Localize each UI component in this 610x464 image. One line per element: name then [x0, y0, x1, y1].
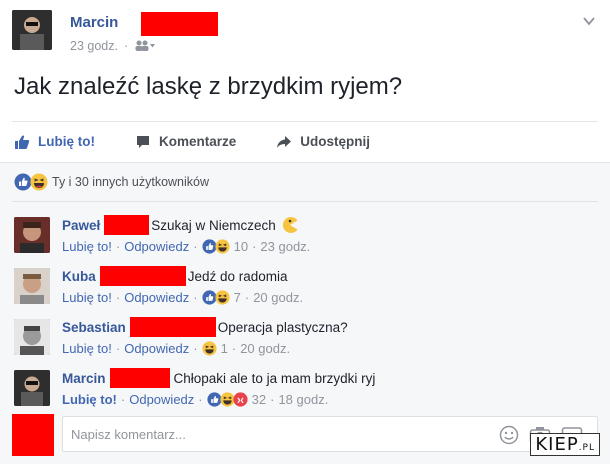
dot-separator: · [115, 239, 121, 254]
comment-actions: Lubię to! · Odpowiedz · 32 · 18 godz. [62, 392, 328, 407]
post-time[interactable]: 23 godz. [70, 39, 118, 53]
comment-item: Kuba Jedź do radomia Lubię to! · Odpowie… [14, 266, 598, 310]
redaction-bar [109, 368, 170, 388]
comment-reaction-count: 32 [251, 392, 267, 407]
comment-text: Jedź do radomia [187, 268, 288, 284]
comment-reactions[interactable] [202, 341, 217, 356]
comment-author[interactable]: Marcin [62, 371, 106, 386]
watermark-main: KIEP [535, 434, 579, 455]
dot-separator: · [252, 239, 257, 254]
wow-reaction-icon [233, 392, 248, 407]
reactions-summary-text: Ty i 30 innych użytkowników [52, 175, 210, 189]
comment-reactions[interactable] [202, 239, 230, 254]
dot-separator: · [231, 341, 237, 356]
comment-composer: Napisz komentarz... [12, 414, 598, 456]
comment-reactions[interactable] [202, 290, 230, 305]
author-name[interactable]: Marcin [70, 14, 118, 31]
comment-reactions[interactable] [207, 392, 248, 407]
chevron-down-icon[interactable] [582, 14, 596, 28]
post-meta: 23 godz. · [70, 39, 156, 53]
comment-line: Marcin Chłopaki ale to ja mam brzydki ry… [62, 368, 375, 388]
dot-separator: · [115, 290, 121, 305]
commenter-avatar[interactable] [14, 268, 50, 304]
comment-item: Sebastian Operacja plastyczna? Lubię to!… [14, 317, 598, 361]
dot-separator: · [193, 290, 198, 305]
post-text: Jak znaleźć laskę z brzydkim ryjem? [14, 73, 403, 100]
thumbs-up-icon [15, 134, 30, 149]
comment-reaction-count: 1 [220, 341, 228, 356]
comment-text: Chłopaki ale to ja mam brzydki ryj [173, 370, 376, 386]
comment-reply-link[interactable]: Odpowiedz [129, 392, 194, 407]
comment-text: Szukaj w Niemczech [151, 217, 276, 233]
dot-separator: · [120, 392, 126, 407]
divider [12, 201, 598, 202]
redaction-bar [141, 12, 218, 36]
comment-like-link[interactable]: Lubię to! [62, 392, 117, 407]
author-avatar[interactable] [12, 10, 52, 50]
dot-separator: · [193, 239, 198, 254]
comment-reply-link[interactable]: Odpowiedz [124, 290, 189, 305]
like-label: Lubię to! [38, 134, 95, 149]
comment-label: Komentarze [159, 134, 237, 149]
reactions-summary[interactable]: Ty i 30 innych użytkowników [14, 173, 209, 191]
comment-actions: Lubię to! · Odpowiedz · 7 · 20 godz. [62, 290, 303, 305]
smiley-icon[interactable] [499, 425, 519, 445]
pacman-emoji-icon [282, 217, 298, 233]
commenter-avatar[interactable] [14, 319, 50, 355]
comment-author[interactable]: Paweł [62, 218, 100, 233]
comment-actions: Lubię to! · Odpowiedz · 1 · 20 godz. [62, 341, 290, 356]
post-header: Marcin 23 godz. · [12, 8, 598, 58]
haha-reaction-icon [30, 173, 48, 191]
haha-reaction-icon [215, 239, 230, 254]
like-button[interactable]: Lubię to! [14, 134, 95, 150]
comment-actions: Lubię to! · Odpowiedz · 10 · 23 godz. [62, 239, 310, 254]
comment-line: Kuba Jedź do radomia [62, 266, 288, 286]
friends-audience-icon[interactable] [134, 40, 156, 52]
comment-like-link[interactable]: Lubię to! [62, 341, 112, 356]
share-button[interactable]: Udostępnij [276, 134, 370, 150]
commenter-avatar[interactable] [14, 370, 50, 406]
comment-item: Marcin Chłopaki ale to ja mam brzydki ry… [14, 368, 598, 412]
post-action-bar: Lubię to! Komentarze Udostępnij [12, 121, 598, 161]
comment-author[interactable]: Kuba [62, 269, 96, 284]
comment-author[interactable]: Sebastian [62, 320, 126, 335]
comment-input-placeholder: Napisz komentarz... [71, 427, 186, 442]
comment-like-link[interactable]: Lubię to! [62, 290, 112, 305]
comment-item: Paweł Szukaj w Niemczech Lubię to! · Odp… [14, 215, 598, 259]
comment-time[interactable]: 18 godz. [278, 392, 328, 407]
comment-reply-link[interactable]: Odpowiedz [124, 341, 189, 356]
dot-separator: · [198, 392, 203, 407]
meta-separator: · [123, 39, 129, 53]
dot-separator: · [244, 290, 250, 305]
comment-time[interactable]: 20 godz. [253, 290, 303, 305]
comment-time[interactable]: 20 godz. [240, 341, 290, 356]
comment-like-link[interactable]: Lubię to! [62, 239, 112, 254]
comment-line: Sebastian Operacja plastyczna? [62, 317, 348, 337]
redaction-bar [99, 266, 186, 286]
dot-separator: · [270, 392, 275, 407]
commenter-avatar[interactable] [14, 217, 50, 253]
composer-avatar [12, 414, 54, 456]
haha-reaction-icon [202, 341, 217, 356]
comment-text: Operacja plastyczna? [217, 319, 348, 335]
site-watermark: KIEP.PL [530, 433, 600, 456]
redaction-bar [129, 317, 216, 337]
reaction-icons [14, 173, 48, 191]
watermark-suffix: .PL [578, 443, 595, 453]
dot-separator: · [115, 341, 121, 356]
comment-time[interactable]: 23 godz. [260, 239, 310, 254]
redaction-bar [104, 215, 150, 235]
dot-separator: · [193, 341, 198, 356]
comment-input[interactable]: Napisz komentarz... [62, 416, 598, 452]
comment-line: Paweł Szukaj w Niemczech [62, 215, 299, 235]
comment-icon [137, 135, 149, 148]
comment-reply-link[interactable]: Odpowiedz [124, 239, 189, 254]
comment-reaction-count: 10 [233, 239, 249, 254]
haha-reaction-icon [215, 290, 230, 305]
share-label: Udostępnij [300, 134, 371, 149]
comment-button[interactable]: Komentarze [135, 134, 236, 150]
share-arrow-icon [277, 135, 292, 148]
comment-reaction-count: 7 [233, 290, 241, 305]
